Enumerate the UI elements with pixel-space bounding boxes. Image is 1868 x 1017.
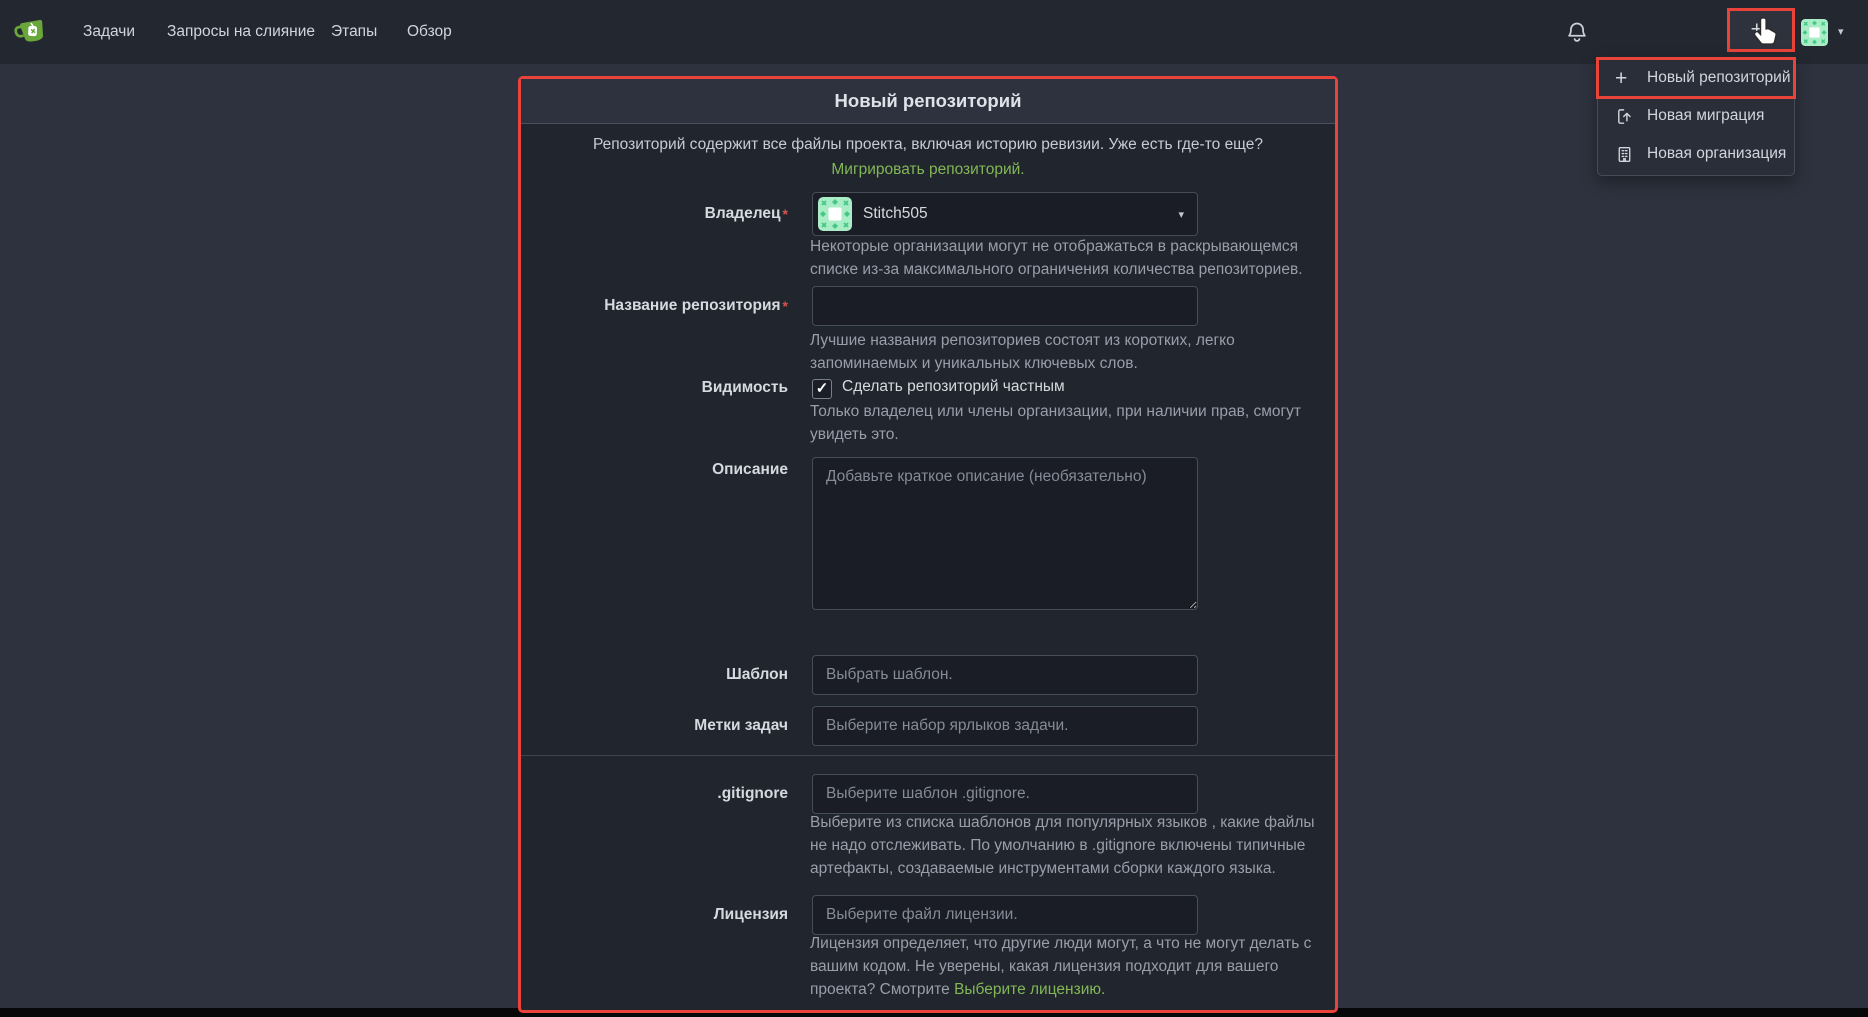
intro-text-plain: Репозиторий содержит все файлы проекта, … bbox=[593, 136, 1263, 153]
chevron-down-icon: ▾ bbox=[1178, 208, 1184, 221]
visibility-label: Видимость bbox=[521, 372, 788, 404]
intro-text: Репозиторий содержит все файлы проекта, … bbox=[578, 132, 1278, 182]
migrate-repository-link[interactable]: Мигрировать репозиторий. bbox=[831, 161, 1024, 178]
visibility-help: Только владелец или члены организации, п… bbox=[810, 400, 1332, 446]
new-repository-panel: Новый репозиторий Репозиторий содержит в… bbox=[518, 76, 1338, 1013]
menu-item-label: Новая организация bbox=[1647, 145, 1786, 163]
plus-icon: + bbox=[1615, 69, 1634, 88]
choose-license-link[interactable]: Выберите лицензию. bbox=[954, 981, 1105, 998]
owner-avatar bbox=[818, 197, 852, 231]
menu-item-label: Новый репозиторий bbox=[1647, 69, 1790, 87]
gitignore-input[interactable] bbox=[812, 774, 1198, 814]
owner-label: Владелец* bbox=[521, 192, 788, 236]
migration-icon bbox=[1615, 107, 1634, 126]
user-avatar[interactable] bbox=[1801, 19, 1828, 46]
notifications-bell-icon[interactable] bbox=[1564, 20, 1590, 46]
nav-item-overview[interactable]: Обзор bbox=[407, 0, 452, 64]
menu-item-new-organization[interactable]: Новая организация bbox=[1598, 135, 1794, 173]
owner-label-text: Владелец bbox=[705, 205, 781, 222]
license-input[interactable] bbox=[812, 895, 1198, 935]
section-divider bbox=[521, 755, 1335, 756]
create-new-button[interactable]: + ▾ bbox=[1727, 8, 1795, 52]
repo-name-input[interactable] bbox=[812, 286, 1198, 326]
required-asterisk: * bbox=[783, 298, 788, 314]
menu-item-new-repository[interactable]: + Новый репозиторий bbox=[1598, 59, 1794, 97]
owner-value: Stitch505 bbox=[863, 205, 1167, 223]
template-label: Шаблон bbox=[521, 655, 788, 695]
description-textarea[interactable] bbox=[812, 457, 1198, 610]
nav-item-issues[interactable]: Задачи bbox=[83, 0, 135, 64]
issue-labels-input[interactable] bbox=[812, 706, 1198, 746]
required-asterisk: * bbox=[783, 206, 788, 222]
private-checkbox[interactable]: ✓ bbox=[812, 379, 832, 399]
owner-select[interactable]: Stitch505 ▾ bbox=[812, 192, 1198, 236]
repo-name-label-text: Название репозитория bbox=[604, 297, 780, 314]
license-label: Лицензия bbox=[521, 895, 788, 935]
gitignore-label: .gitignore bbox=[521, 774, 788, 814]
owner-help: Некоторые организации могут не отображат… bbox=[810, 235, 1332, 281]
avatar-chevron-down-icon[interactable]: ▾ bbox=[1838, 0, 1844, 64]
menu-item-new-migration[interactable]: Новая миграция bbox=[1598, 97, 1794, 135]
issue-labels-label: Метки задач bbox=[521, 706, 788, 746]
private-checkbox-label[interactable]: Сделать репозиторий частным bbox=[842, 378, 1065, 396]
chevron-down-icon: ▾ bbox=[1766, 26, 1772, 39]
plus-icon: + bbox=[1751, 18, 1763, 42]
repo-name-label: Название репозитория* bbox=[521, 286, 788, 326]
nav-item-merge-requests[interactable]: Запросы на слияние bbox=[167, 0, 315, 64]
organization-icon bbox=[1615, 145, 1634, 164]
create-dropdown-menu: + Новый репозиторий Новая миграция Новая… bbox=[1597, 57, 1795, 176]
top-navbar: Задачи Запросы на слияние Этапы Обзор + … bbox=[0, 0, 1868, 64]
license-help: Лицензия определяет, что другие люди мог… bbox=[810, 932, 1332, 1001]
panel-title: Новый репозиторий bbox=[521, 79, 1335, 124]
template-input[interactable] bbox=[812, 655, 1198, 695]
gitignore-help: Выберите из списка шаблонов для популярн… bbox=[810, 811, 1332, 880]
repo-name-help: Лучшие названия репозиториев состоят из … bbox=[810, 329, 1332, 375]
nav-item-milestones[interactable]: Этапы bbox=[331, 0, 377, 64]
panel-body: Репозиторий содержит все файлы проекта, … bbox=[521, 124, 1335, 1010]
gitea-logo-icon[interactable] bbox=[13, 13, 51, 51]
description-label: Описание bbox=[521, 457, 788, 483]
menu-item-label: Новая миграция bbox=[1647, 107, 1764, 125]
